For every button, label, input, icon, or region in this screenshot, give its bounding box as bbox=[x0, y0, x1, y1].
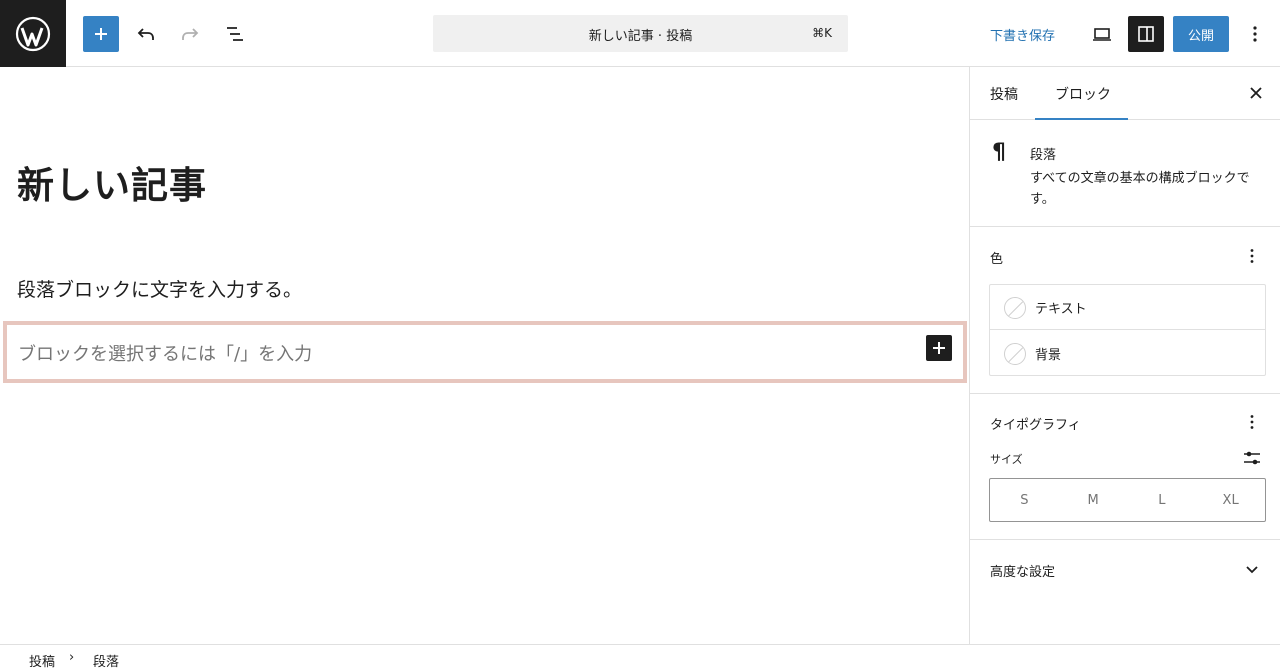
block-breadcrumb: 投稿 › 段落 bbox=[0, 644, 1280, 672]
more-vertical-icon bbox=[1250, 249, 1254, 263]
text-color-option[interactable]: テキスト bbox=[990, 285, 1265, 330]
color-options-button[interactable] bbox=[1246, 246, 1258, 266]
empty-paragraph-block[interactable]: ブロックを選択するには「/」を入力 bbox=[3, 321, 967, 383]
wordpress-icon bbox=[15, 16, 51, 51]
sidebar-icon bbox=[1138, 26, 1154, 42]
inline-add-block-button[interactable] bbox=[926, 335, 952, 361]
plus-icon bbox=[933, 342, 945, 354]
typography-panel-title: タイポグラフィ bbox=[990, 418, 1081, 433]
options-menu-button[interactable] bbox=[1243, 16, 1267, 52]
background-color-option[interactable]: 背景 bbox=[990, 331, 1265, 376]
list-view-icon bbox=[227, 27, 243, 41]
font-size-label: サイズ bbox=[990, 453, 1023, 466]
publish-button[interactable]: 公開 bbox=[1173, 16, 1229, 52]
preview-button[interactable] bbox=[1084, 16, 1120, 52]
empty-swatch-icon bbox=[1004, 297, 1026, 319]
paragraph-block[interactable]: 段落ブロックに文字を入力する。 bbox=[17, 275, 302, 302]
paragraph-icon: ¶ bbox=[992, 140, 1006, 165]
close-icon bbox=[1250, 87, 1262, 99]
breadcrumb-item-post[interactable]: 投稿 bbox=[29, 651, 55, 670]
editor-canvas: 新しい記事 段落ブロックに文字を入力する。 ブロックを選択するには「/」を入力 bbox=[0, 67, 969, 644]
settings-sidebar: 投稿 ブロック ¶ 段落 すべての文章の基本の構成ブロックです。 色 テキスト bbox=[969, 67, 1280, 644]
more-vertical-icon bbox=[1250, 415, 1254, 429]
tab-post[interactable]: 投稿 bbox=[990, 84, 1018, 104]
font-size-m[interactable]: M bbox=[1059, 479, 1128, 521]
typography-options-button[interactable] bbox=[1246, 412, 1258, 432]
document-overview-button[interactable] bbox=[217, 16, 253, 52]
advanced-panel[interactable]: 高度な設定 bbox=[970, 540, 1280, 600]
font-size-xl[interactable]: XL bbox=[1196, 479, 1265, 521]
editor-header: 新しい記事 · 投稿 ⌘K 下書き保存 公開 bbox=[0, 0, 1280, 67]
undo-icon bbox=[137, 28, 154, 40]
color-panel: 色 テキスト 背景 bbox=[970, 227, 1280, 394]
save-draft-button[interactable]: 下書き保存 bbox=[990, 25, 1055, 44]
font-size-l[interactable]: L bbox=[1128, 479, 1197, 521]
redo-icon bbox=[182, 28, 199, 40]
breadcrumb-item-paragraph: 段落 bbox=[93, 655, 120, 670]
add-block-button[interactable] bbox=[83, 16, 119, 52]
block-card: ¶ 段落 すべての文章の基本の構成ブロックです。 bbox=[970, 120, 1280, 227]
empty-swatch-icon bbox=[1004, 343, 1026, 365]
desktop-icon bbox=[1093, 28, 1111, 41]
command-shortcut: ⌘K bbox=[812, 26, 832, 40]
settings-sliders-icon bbox=[1244, 451, 1260, 465]
font-size-toggle-group: S M L XL bbox=[989, 478, 1266, 522]
sidebar-tabs: 投稿 ブロック bbox=[970, 67, 1280, 120]
color-option-label: 背景 bbox=[1035, 348, 1062, 363]
close-sidebar-button[interactable] bbox=[1246, 83, 1266, 103]
tab-block[interactable]: ブロック bbox=[1055, 84, 1111, 104]
color-option-label: テキスト bbox=[1035, 302, 1087, 317]
undo-button[interactable] bbox=[128, 16, 164, 52]
post-title[interactable]: 新しい記事 bbox=[17, 155, 207, 209]
typography-panel: タイポグラフィ サイズ S M L XL bbox=[970, 394, 1280, 540]
document-title: 新しい記事 · 投稿 bbox=[588, 29, 693, 44]
color-panel-title: 色 bbox=[990, 252, 1004, 267]
custom-size-button[interactable] bbox=[1242, 449, 1262, 467]
block-card-title: 段落 bbox=[1030, 148, 1057, 163]
breadcrumb-separator: › bbox=[69, 650, 75, 665]
font-size-s[interactable]: S bbox=[990, 479, 1059, 521]
plus-icon bbox=[95, 28, 107, 40]
chevron-down-icon bbox=[1242, 560, 1262, 580]
redo-button[interactable] bbox=[172, 16, 208, 52]
command-palette-bar[interactable]: 新しい記事 · 投稿 ⌘K bbox=[433, 15, 848, 52]
block-card-description: すべての文章の基本の構成ブロックです。 bbox=[1030, 171, 1250, 207]
more-vertical-icon bbox=[1253, 26, 1257, 42]
advanced-panel-title: 高度な設定 bbox=[990, 565, 1056, 580]
settings-sidebar-toggle[interactable] bbox=[1128, 16, 1164, 52]
color-options-list: テキスト 背景 bbox=[989, 284, 1266, 376]
wordpress-logo-button[interactable] bbox=[0, 0, 66, 67]
block-placeholder: ブロックを選択するには「/」を入力 bbox=[18, 344, 313, 365]
